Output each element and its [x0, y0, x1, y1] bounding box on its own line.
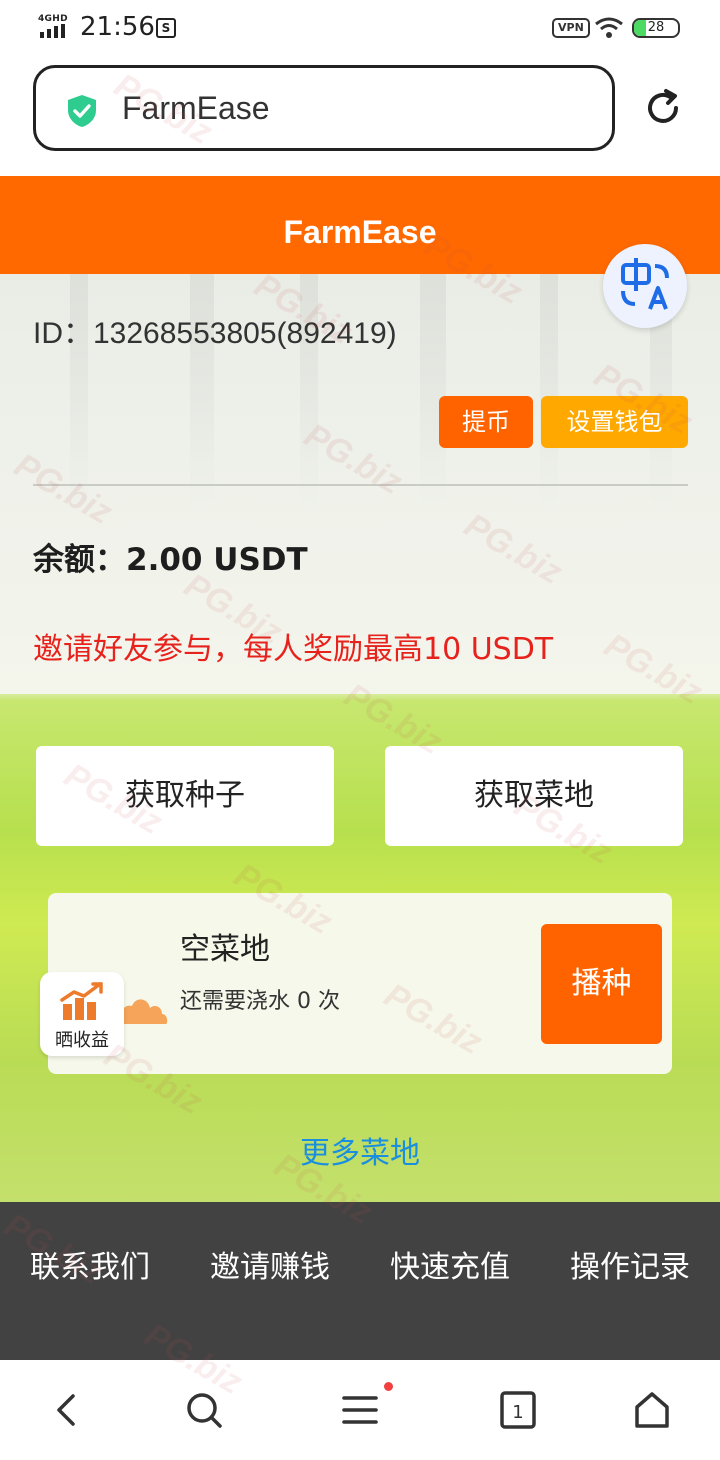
more-land-link[interactable]: 更多菜地	[0, 1128, 720, 1172]
home-icon[interactable]	[632, 1390, 672, 1430]
tabs-icon[interactable]: 1	[498, 1390, 538, 1430]
network-type: 4GHD	[38, 14, 68, 24]
set-wallet-button[interactable]: 设置钱包	[541, 396, 688, 448]
browser-bottom-nav: 1	[0, 1360, 720, 1460]
url-text: FarmEase	[122, 90, 270, 126]
footer-operation-log[interactable]: 操作记录	[540, 1242, 720, 1286]
balance-text: 余额：2.00 USDT	[33, 542, 308, 578]
share-earnings-label: 晒收益	[55, 1030, 109, 1051]
divider	[33, 484, 688, 486]
withdraw-button[interactable]: 提币	[439, 396, 533, 448]
get-land-button[interactable]: 获取菜地	[385, 746, 683, 846]
bar-chart-icon	[60, 982, 103, 1020]
sim-card-icon: S	[156, 18, 176, 38]
get-seeds-button[interactable]: 获取种子	[36, 746, 334, 846]
reload-icon[interactable]	[644, 88, 682, 128]
wifi-icon	[595, 17, 623, 38]
menu-icon[interactable]	[340, 1390, 380, 1430]
translate-icon	[621, 258, 669, 310]
translate-button[interactable]	[603, 244, 687, 328]
footer-invite-earn[interactable]: 邀请赚钱	[180, 1242, 360, 1286]
water-remaining: 还需要浇水 0 次	[180, 989, 340, 1014]
user-id: ID：13268553805(892419)	[33, 317, 397, 350]
clock: 21:56	[80, 12, 155, 42]
tab-count: 1	[512, 1402, 523, 1423]
footer-contact-us[interactable]: 联系我们	[0, 1242, 180, 1286]
share-earnings-button[interactable]: 晒收益	[40, 972, 124, 1056]
battery-level: 28	[647, 20, 665, 35]
notification-dot	[384, 1382, 393, 1391]
battery-icon: 28	[632, 18, 680, 38]
cloud-icon	[120, 999, 168, 1024]
vpn-badge: VPN	[552, 18, 590, 38]
status-bar: 4GHD 21:56 S VPN 28	[0, 0, 720, 58]
signal-icon: 4GHD	[38, 14, 72, 40]
sow-button[interactable]: 播种	[541, 924, 662, 1044]
shield-check-icon	[68, 95, 96, 127]
address-bar[interactable]: FarmEase	[33, 65, 615, 151]
search-icon[interactable]	[184, 1390, 224, 1430]
footer-quick-recharge[interactable]: 快速充值	[360, 1242, 540, 1286]
footer-menu: 联系我们 邀请赚钱 快速充值 操作记录	[0, 1202, 720, 1360]
invite-banner[interactable]: 邀请好友参与，每人奖励最高10 USDT	[33, 624, 553, 668]
back-icon[interactable]	[47, 1390, 87, 1430]
plot-name: 空菜地	[180, 932, 270, 967]
